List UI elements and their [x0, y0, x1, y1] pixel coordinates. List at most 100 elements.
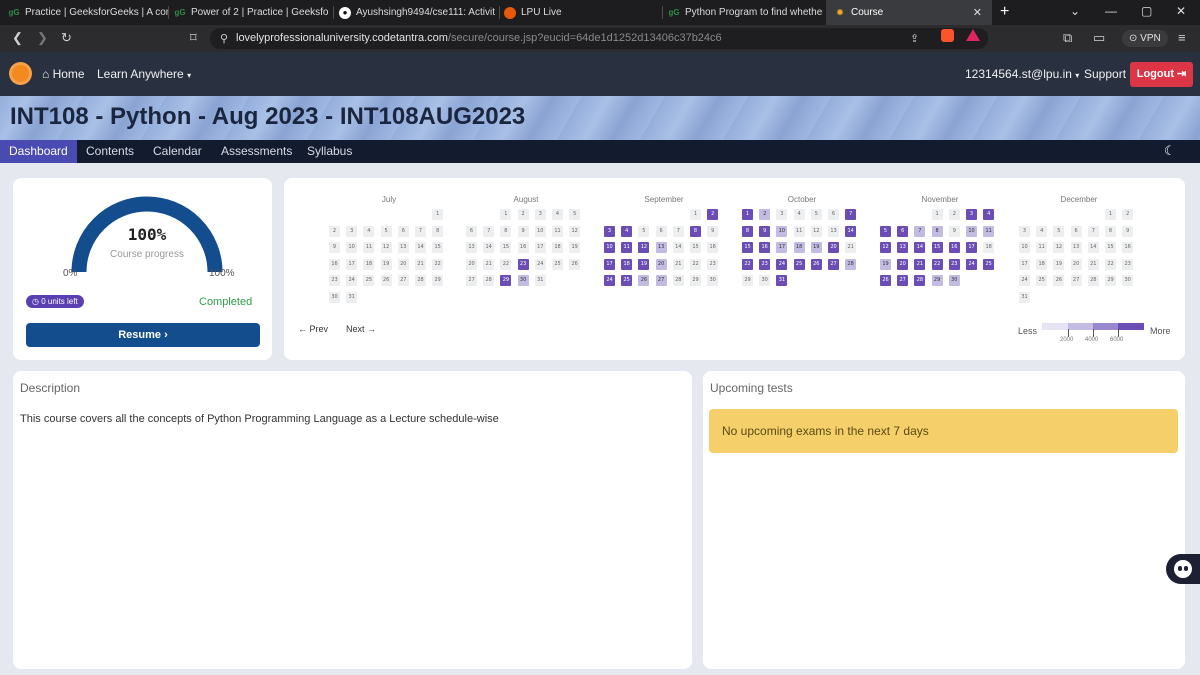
- heatmap-day-cell[interactable]: 28: [672, 275, 684, 286]
- new-tab-button[interactable]: +: [1000, 3, 1009, 21]
- heatmap-day-cell[interactable]: 17: [534, 242, 546, 253]
- heatmap-day-cell[interactable]: 30: [759, 275, 771, 286]
- heatmap-day-cell[interactable]: 20: [397, 258, 409, 270]
- heatmap-day-cell[interactable]: 11: [793, 225, 805, 237]
- heatmap-day-cell[interactable]: 25: [621, 275, 633, 286]
- bookmark-icon[interactable]: ⌑: [190, 30, 197, 46]
- heatmap-day-cell[interactable]: 6: [466, 225, 477, 237]
- heatmap-day-cell[interactable]: 22: [500, 258, 512, 270]
- heatmap-day-cell[interactable]: 14: [672, 242, 684, 253]
- heatmap-day-cell[interactable]: 22: [690, 258, 701, 270]
- heatmap-day-cell[interactable]: 2: [948, 209, 960, 220]
- heatmap-day-cell[interactable]: 19: [638, 258, 650, 270]
- heatmap-day-cell[interactable]: 9: [948, 225, 960, 237]
- heatmap-day-cell[interactable]: 12: [810, 225, 822, 237]
- lpu-logo[interactable]: [9, 62, 32, 85]
- heatmap-day-cell[interactable]: 3: [346, 225, 358, 237]
- heatmap-day-cell[interactable]: 21: [845, 242, 857, 253]
- heatmap-day-cell[interactable]: 20: [1070, 258, 1082, 270]
- heatmap-day-cell[interactable]: 25: [552, 258, 563, 270]
- minimize-button[interactable]: —: [1105, 4, 1117, 18]
- heatmap-day-cell[interactable]: 11: [363, 242, 375, 253]
- heatmap-day-cell[interactable]: 8: [432, 225, 444, 237]
- heatmap-day-cell[interactable]: 13: [828, 225, 839, 237]
- heatmap-day-cell[interactable]: 9: [707, 225, 719, 237]
- heatmap-day-cell[interactable]: 21: [1087, 258, 1099, 270]
- heatmap-day-cell[interactable]: 14: [845, 225, 857, 237]
- heatmap-day-cell[interactable]: 1: [742, 209, 753, 220]
- heatmap-day-cell[interactable]: 19: [1053, 258, 1065, 270]
- heatmap-day-cell[interactable]: 28: [1087, 275, 1099, 286]
- heatmap-day-cell[interactable]: 26: [1053, 275, 1065, 286]
- heatmap-day-cell[interactable]: 19: [880, 258, 891, 270]
- heatmap-day-cell[interactable]: 27: [466, 275, 477, 286]
- heatmap-day-cell[interactable]: 18: [983, 242, 995, 253]
- heatmap-day-cell[interactable]: 13: [1070, 242, 1082, 253]
- heatmap-day-cell[interactable]: 25: [983, 258, 995, 270]
- heatmap-day-cell[interactable]: 17: [346, 258, 358, 270]
- heatmap-day-cell[interactable]: 3: [966, 209, 977, 220]
- heatmap-day-cell[interactable]: 9: [759, 225, 771, 237]
- heatmap-day-cell[interactable]: 12: [380, 242, 392, 253]
- url-field[interactable]: ⚲ lovelyprofessionaluniversity.codetantr…: [210, 28, 988, 49]
- heatmap-day-cell[interactable]: 24: [1019, 275, 1030, 286]
- heatmap-day-cell[interactable]: 9: [329, 242, 340, 253]
- heatmap-day-cell[interactable]: 29: [690, 275, 701, 286]
- wallet-icon[interactable]: ▭: [1093, 30, 1105, 46]
- extensions-icon[interactable]: ⧉: [1063, 30, 1072, 46]
- back-icon[interactable]: ❮: [12, 30, 23, 46]
- heatmap-day-cell[interactable]: 15: [432, 242, 444, 253]
- heatmap-day-cell[interactable]: 24: [776, 258, 788, 270]
- browser-tab-active[interactable]: ✹ Course ✕: [826, 0, 992, 25]
- heatmap-day-cell[interactable]: 6: [897, 225, 909, 237]
- heatmap-day-cell[interactable]: 27: [655, 275, 667, 286]
- heatmap-day-cell[interactable]: 10: [776, 225, 788, 237]
- heatmap-day-cell[interactable]: 10: [966, 225, 977, 237]
- heatmap-day-cell[interactable]: 21: [415, 258, 426, 270]
- logout-button[interactable]: Logout ⇥: [1130, 62, 1193, 87]
- heatmap-day-cell[interactable]: 5: [380, 225, 392, 237]
- heatmap-day-cell[interactable]: 9: [1122, 225, 1134, 237]
- heatmap-day-cell[interactable]: 6: [1070, 225, 1082, 237]
- heatmap-day-cell[interactable]: 7: [914, 225, 926, 237]
- heatmap-day-cell[interactable]: 10: [534, 225, 546, 237]
- prev-button[interactable]: ← Prev: [298, 324, 328, 334]
- resume-button[interactable]: Resume ›: [26, 323, 260, 347]
- heatmap-day-cell[interactable]: 1: [1105, 209, 1116, 220]
- browser-tab[interactable]: gG Practice | GeeksforGeeks | A com: [8, 0, 168, 25]
- heatmap-day-cell[interactable]: 17: [776, 242, 788, 253]
- heatmap-day-cell[interactable]: 6: [397, 225, 409, 237]
- heatmap-day-cell[interactable]: 16: [1122, 242, 1134, 253]
- heatmap-day-cell[interactable]: 20: [828, 242, 839, 253]
- heatmap-day-cell[interactable]: 14: [914, 242, 926, 253]
- heatmap-day-cell[interactable]: 25: [793, 258, 805, 270]
- heatmap-day-cell[interactable]: 21: [483, 258, 495, 270]
- heatmap-day-cell[interactable]: 27: [1070, 275, 1082, 286]
- heatmap-day-cell[interactable]: 28: [415, 275, 426, 286]
- heatmap-day-cell[interactable]: 7: [415, 225, 426, 237]
- heatmap-day-cell[interactable]: 15: [931, 242, 943, 253]
- heatmap-day-cell[interactable]: 8: [1105, 225, 1116, 237]
- heatmap-day-cell[interactable]: 3: [604, 225, 615, 237]
- heatmap-day-cell[interactable]: 29: [500, 275, 512, 286]
- heatmap-day-cell[interactable]: 29: [432, 275, 444, 286]
- heatmap-day-cell[interactable]: 16: [707, 242, 719, 253]
- heatmap-day-cell[interactable]: 20: [466, 258, 477, 270]
- heatmap-day-cell[interactable]: 1: [500, 209, 512, 220]
- tab-syllabus[interactable]: Syllabus: [298, 140, 361, 163]
- close-window-button[interactable]: ✕: [1176, 4, 1186, 18]
- heatmap-day-cell[interactable]: 18: [552, 242, 563, 253]
- heatmap-day-cell[interactable]: 5: [569, 209, 581, 220]
- heatmap-day-cell[interactable]: 23: [329, 275, 340, 286]
- heatmap-day-cell[interactable]: 18: [793, 242, 805, 253]
- heatmap-day-cell[interactable]: 7: [1087, 225, 1099, 237]
- browser-tab[interactable]: ● Ayushsingh9494/cse111: Activity: [339, 0, 495, 25]
- heatmap-day-cell[interactable]: 31: [346, 291, 358, 303]
- heatmap-day-cell[interactable]: 18: [621, 258, 633, 270]
- heatmap-day-cell[interactable]: 4: [363, 225, 375, 237]
- tab-dashboard[interactable]: Dashboard: [0, 140, 77, 163]
- heatmap-day-cell[interactable]: 7: [672, 225, 684, 237]
- heatmap-day-cell[interactable]: 19: [810, 242, 822, 253]
- heatmap-day-cell[interactable]: 26: [810, 258, 822, 270]
- heatmap-day-cell[interactable]: 25: [1036, 275, 1048, 286]
